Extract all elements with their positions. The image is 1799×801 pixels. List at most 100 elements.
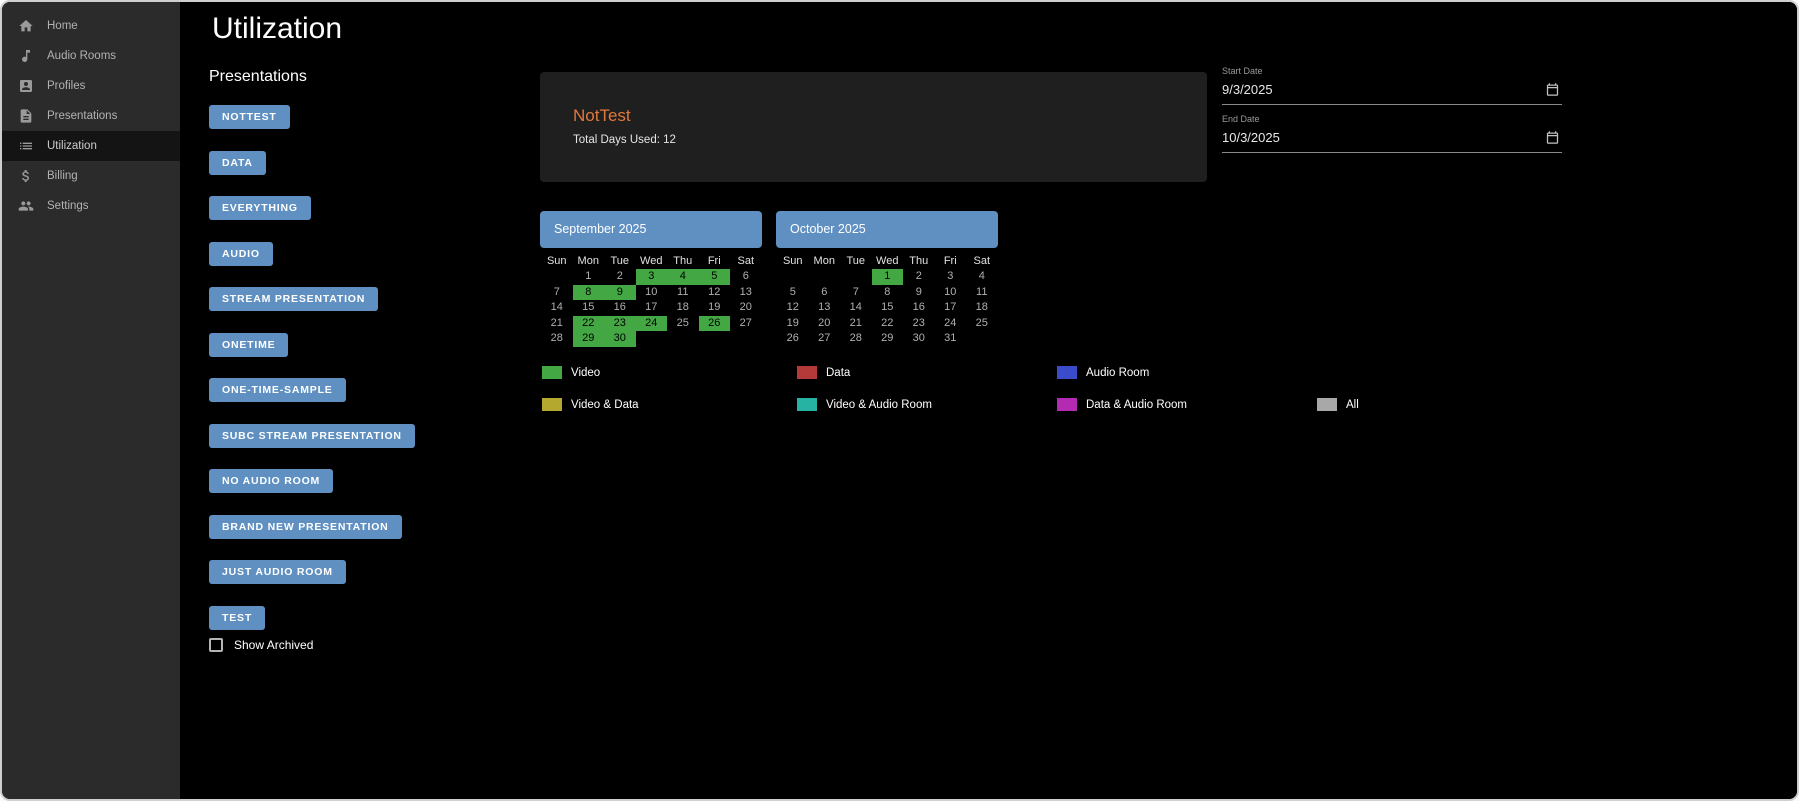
list-icon: [18, 138, 34, 154]
legend-color-swatch: [1057, 366, 1077, 379]
sidebar-item-presentations[interactable]: Presentations: [2, 101, 180, 131]
presentation-button-everything[interactable]: EVERYTHING: [209, 196, 311, 220]
presentation-button-data[interactable]: DATA: [209, 151, 266, 175]
presentation-button-one-time-sample[interactable]: ONE-TIME-SAMPLE: [209, 378, 346, 402]
presentation-button-list: NOTTEST DATA EVERYTHING AUDIO STREAM PRESENT…: [209, 105, 415, 630]
sidebar-item-audio-rooms[interactable]: Audio Rooms: [2, 41, 180, 71]
calendar-day-highlighted: 3: [636, 269, 668, 285]
calendar-day-highlighted: 22: [573, 316, 605, 332]
people-icon: [18, 198, 34, 214]
calendar-day: 20: [809, 316, 841, 332]
legend-label: All: [1346, 399, 1359, 411]
presentation-button-audio[interactable]: AUDIO: [209, 242, 273, 266]
calendar-day: 7: [840, 285, 872, 301]
calendar-day: 7: [541, 285, 573, 301]
legend-item-video-audio-room: Video & Audio Room: [797, 398, 1057, 411]
calendar-day: 28: [541, 331, 573, 347]
calendar-day: 17: [935, 300, 967, 316]
calendar-grid: SunMonTueWedThuFriSat1234567891011121314…: [540, 253, 762, 347]
calendar-day-highlighted: 1: [872, 269, 904, 285]
calendar-day: [809, 269, 841, 285]
calendar-day: 22: [872, 316, 904, 332]
legend-item-audio-room: Audio Room: [1057, 366, 1317, 379]
calendar-day: 26: [777, 331, 809, 347]
calendar-day: 12: [699, 285, 731, 301]
legend-item-data: Data: [797, 366, 1057, 379]
presentations-heading: Presentations: [209, 68, 307, 86]
calendar-day: [699, 331, 731, 347]
calendar-day-highlighted: 5: [699, 269, 731, 285]
calendar-day-of-week-header: Wed: [636, 253, 668, 269]
end-date-label: End Date: [1222, 114, 1562, 124]
calendar-day: 15: [872, 300, 904, 316]
legend-color-swatch: [542, 398, 562, 411]
calendar-grid: SunMonTueWedThuFriSat1234567891011121314…: [776, 253, 998, 347]
presentation-button-onetime[interactable]: ONETIME: [209, 333, 288, 357]
legend-color-swatch: [797, 398, 817, 411]
calendar-icon: [1545, 85, 1560, 100]
calendar-day-highlighted: 4: [667, 269, 699, 285]
end-date-calendar-button[interactable]: [1545, 130, 1560, 145]
app-window: Home Audio RoomsProfiles Presentations Util…: [0, 0, 1799, 801]
sidebar-item-utilization[interactable]: Utilization: [2, 131, 180, 161]
calendar-day: 12: [777, 300, 809, 316]
calendar-day: [966, 331, 998, 347]
presentation-button-test[interactable]: TEST: [209, 606, 265, 630]
date-range-panel: Start Date End Date: [1222, 66, 1562, 162]
calendar-day: 15: [573, 300, 605, 316]
sidebar-item-home[interactable]: Home: [2, 11, 180, 41]
sidebar-item-billing[interactable]: Billing: [2, 161, 180, 191]
presentation-button-nottest[interactable]: NOTTEST: [209, 105, 290, 129]
calendar-day: 2: [604, 269, 636, 285]
calendar-day: 25: [966, 316, 998, 332]
legend-item-video-data: Video & Data: [542, 398, 797, 411]
sidebar-item-label: Home: [47, 20, 78, 32]
legend-color-swatch: [542, 366, 562, 379]
document-icon: [18, 108, 34, 124]
legend-label: Audio Room: [1086, 367, 1149, 379]
sidebar-item-settings[interactable]: Settings: [2, 191, 180, 221]
sidebar-item-profiles[interactable]: Profiles: [2, 71, 180, 101]
calendar-day: 21: [840, 316, 872, 332]
calendar-day: 14: [840, 300, 872, 316]
show-archived-checkbox[interactable]: [209, 638, 223, 652]
calendar-day: 1: [573, 269, 605, 285]
presentation-button-no-audio-room[interactable]: NO AUDIO ROOM: [209, 469, 333, 493]
calendar-day-of-week-header: Mon: [573, 253, 605, 269]
calendar-day-highlighted: 23: [604, 316, 636, 332]
calendar-day-of-week-header: Thu: [667, 253, 699, 269]
calendar-day: 11: [667, 285, 699, 301]
calendar-day: 16: [903, 300, 935, 316]
presentation-button-brand-new-presentation[interactable]: BRAND NEW PRESENTATION: [209, 515, 402, 539]
legend-item-video: Video: [542, 366, 797, 379]
legend-label: Video: [571, 367, 600, 379]
presentation-button-just-audio-room[interactable]: JUST AUDIO ROOM: [209, 560, 346, 584]
calendar-day: [840, 269, 872, 285]
legend-item-data-audio-room: Data & Audio Room: [1057, 398, 1317, 411]
end-date-input[interactable]: [1222, 130, 1512, 145]
presentation-button-subc-stream-presentation[interactable]: SUBC STREAM PRESENTATION: [209, 424, 415, 448]
start-date-input[interactable]: [1222, 82, 1512, 97]
calendar-day-highlighted: 29: [573, 331, 605, 347]
calendar-day-highlighted: 24: [636, 316, 668, 332]
calendar-day: 10: [935, 285, 967, 301]
calendar-day-of-week-header: Sat: [730, 253, 762, 269]
start-date-label: Start Date: [1222, 66, 1562, 76]
presentation-button-stream-presentation[interactable]: STREAM PRESENTATION: [209, 287, 378, 311]
calendar-day-highlighted: 26: [699, 316, 731, 332]
calendar-day-highlighted: 8: [573, 285, 605, 301]
legend-color-swatch: [1317, 398, 1337, 411]
calendar-day: [541, 269, 573, 285]
dollar-icon: [18, 168, 34, 184]
account-box-icon: [18, 78, 34, 94]
calendar-day: 6: [809, 285, 841, 301]
start-date-calendar-button[interactable]: [1545, 82, 1560, 97]
show-archived-label: Show Archived: [234, 638, 313, 652]
sidebar-item-label: Presentations: [47, 110, 117, 122]
calendar-day: 25: [667, 316, 699, 332]
calendar-day: 21: [541, 316, 573, 332]
calendar-september-2025: September 2025SunMonTueWedThuFriSat12345…: [540, 211, 762, 347]
calendar-day: [667, 331, 699, 347]
calendar-day: [777, 269, 809, 285]
calendar-day: 19: [777, 316, 809, 332]
